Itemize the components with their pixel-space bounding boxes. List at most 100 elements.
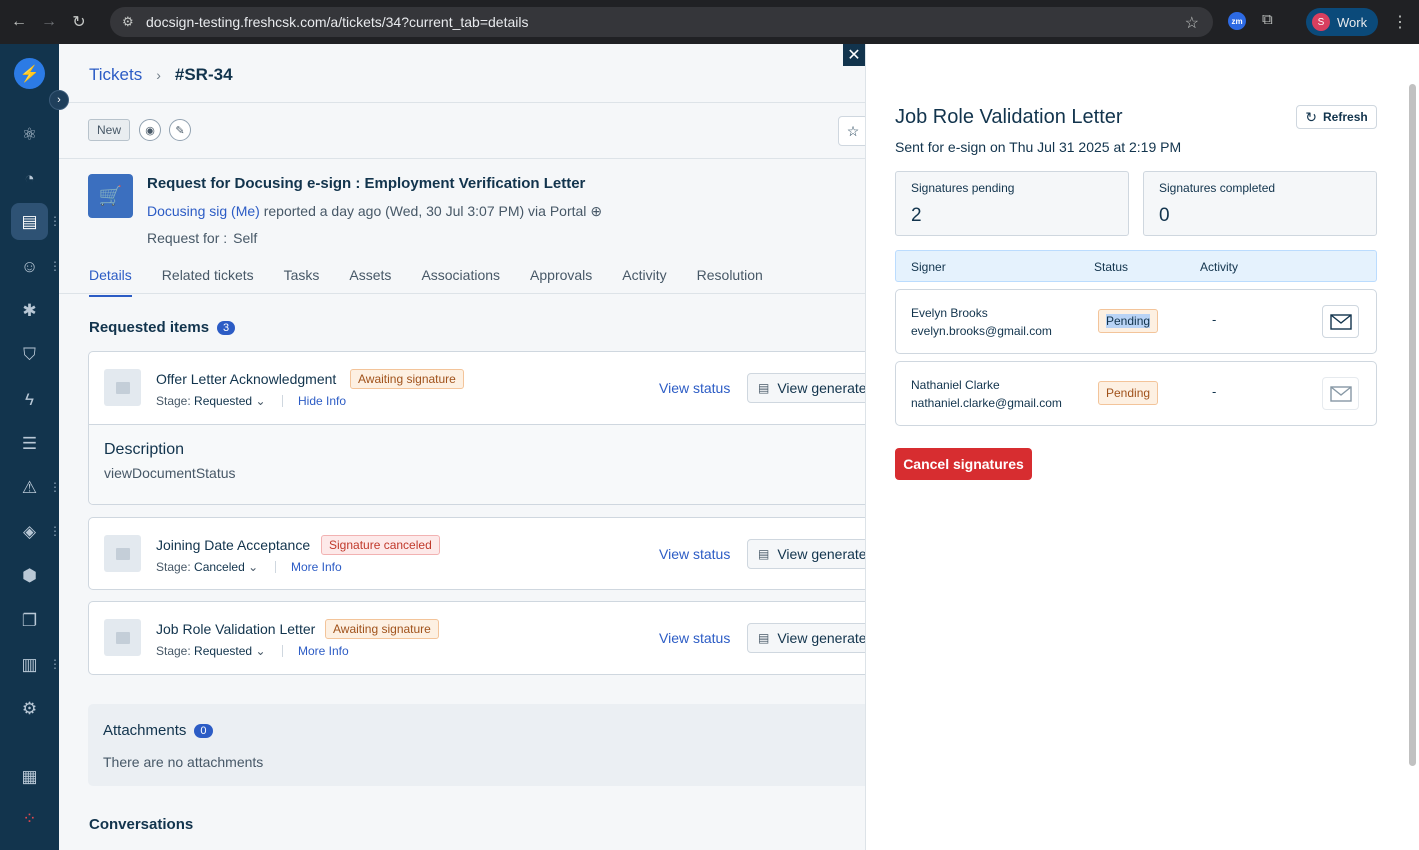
bookmark-star-icon[interactable]: ☆ <box>1185 13 1199 33</box>
panel-scrollbar[interactable] <box>1409 84 1416 766</box>
chevron-down-icon: ⌄ <box>255 644 266 658</box>
back-icon[interactable]: ← <box>8 11 30 33</box>
pending-value: 2 <box>911 205 922 226</box>
description-label: Description <box>104 441 185 458</box>
requested-items-count: 3 <box>217 320 236 335</box>
completed-value: 0 <box>1159 205 1170 226</box>
view-generated-label: View generated document <box>777 546 865 562</box>
favorite-star-icon[interactable]: ☆ <box>838 116 865 146</box>
refresh-button[interactable]: ↻ Refresh <box>1296 105 1377 129</box>
contacts-icon[interactable]: ☺ <box>11 248 48 285</box>
forward-icon[interactable]: → <box>38 11 60 33</box>
item-stage[interactable]: Stage: Canceled ⌄ <box>156 560 258 574</box>
edit-pencil-icon[interactable]: ✎ <box>169 119 191 141</box>
signatures-pending-card: Signatures pending 2 <box>895 171 1129 236</box>
requested-items-title: Requested items <box>89 319 210 336</box>
signer-status-text: Pending <box>1106 386 1151 400</box>
hide-info-link[interactable]: Hide Info <box>298 394 346 408</box>
view-status-link[interactable]: View status <box>659 380 730 396</box>
status-badge[interactable]: New <box>88 119 131 141</box>
requested-item-card: Joining Date Acceptance Signature cancel… <box>88 517 865 590</box>
stage-value: Canceled <box>194 560 245 574</box>
view-generated-document-button[interactable]: ▤ View generated document <box>747 373 865 403</box>
attachments-empty-text: There are no attachments <box>103 754 264 770</box>
service-request-cart-icon: 🛒 <box>88 174 133 218</box>
knowledge-book-icon[interactable]: ❐ <box>11 602 48 639</box>
attachments-title: Attachments <box>103 722 187 739</box>
profile-name: Work <box>1337 14 1368 30</box>
signer-row: Nathaniel Clarke nathaniel.clarke@gmail.… <box>895 361 1377 426</box>
view-generated-label: View generated document <box>777 380 865 396</box>
divider <box>59 293 865 294</box>
signer-email: nathaniel.clarke@gmail.com <box>911 396 1062 410</box>
divider <box>59 102 865 103</box>
attachments-section: Attachments 0 There are no attachments <box>88 704 865 786</box>
panel-title: Job Role Validation Letter <box>895 106 1123 128</box>
close-icon[interactable]: ✕ <box>843 44 865 66</box>
extensions-icon[interactable]: ⧉ <box>1262 11 1280 29</box>
mail-icon <box>1329 385 1352 402</box>
column-signer: Signer <box>911 260 946 274</box>
view-generated-document-button[interactable]: ▤ View generated document <box>747 539 865 569</box>
signatures-completed-card: Signatures completed 0 <box>1143 171 1377 236</box>
item-stage[interactable]: Stage: Requested ⌄ <box>156 644 266 658</box>
tickets-icon[interactable]: ▤ <box>11 203 48 240</box>
signer-activity: - <box>1212 312 1217 327</box>
signer-email: evelyn.brooks@gmail.com <box>911 324 1052 338</box>
expand-sidebar-icon[interactable]: › <box>49 90 69 110</box>
zoom-extension-icon[interactable]: zm <box>1228 12 1246 30</box>
eye-icon[interactable]: ◉ <box>139 119 161 141</box>
changes-icon[interactable]: ϟ <box>11 381 48 418</box>
resend-email-button[interactable] <box>1322 377 1359 410</box>
layers-icon[interactable]: ◈ <box>11 513 48 550</box>
attachments-heading: Attachments 0 <box>103 722 213 739</box>
view-status-link[interactable]: View status <box>659 546 730 562</box>
shield-icon[interactable]: ⛉ <box>11 336 48 373</box>
freshservice-logo-icon[interactable]: ⚡ <box>14 58 45 89</box>
request-for-value: Self <box>233 230 258 246</box>
resend-email-button[interactable] <box>1322 305 1359 338</box>
signer-name: Evelyn Brooks <box>911 306 988 320</box>
document-icon: ▤ <box>758 547 770 561</box>
completed-label: Signatures completed <box>1159 181 1276 195</box>
address-bar[interactable]: ⚙ docsign-testing.freshcsk.com/a/tickets… <box>110 7 1213 37</box>
site-settings-icon[interactable]: ⚙ <box>122 14 140 30</box>
profile-avatar: S <box>1312 13 1330 31</box>
news-icon[interactable]: ▦ <box>11 758 48 795</box>
stage-label: Stage: <box>156 644 191 658</box>
mail-icon <box>1329 313 1352 330</box>
analytics-icon[interactable]: ◔ <box>11 160 48 197</box>
alert-icon[interactable]: ⚠ <box>11 469 48 506</box>
bug-icon[interactable]: ✱ <box>11 292 48 329</box>
request-for: Request for : Self <box>147 230 257 246</box>
item-image-icon <box>104 619 141 656</box>
signer-name: Nathaniel Clarke <box>911 378 1000 392</box>
chevron-right-icon: › <box>156 67 161 83</box>
pending-label: Signatures pending <box>911 181 1015 195</box>
browser-menu-icon[interactable]: ⋮ <box>1392 12 1408 32</box>
dashboard-icon[interactable]: ⚛ <box>11 116 48 153</box>
item-stage[interactable]: Stage: Requested ⌄ <box>156 394 266 408</box>
breadcrumb-tickets-link[interactable]: Tickets <box>89 65 142 85</box>
cancel-signatures-button[interactable]: Cancel signatures <box>895 448 1032 480</box>
settings-gear-icon[interactable]: ⚙ <box>11 690 48 727</box>
checklist-icon[interactable]: ☰ <box>11 425 48 462</box>
requester-link[interactable]: Docusing sig (Me) <box>147 203 260 219</box>
stage-value: Requested <box>194 394 253 408</box>
more-info-link[interactable]: More Info <box>291 560 342 574</box>
breadcrumb: Tickets › #SR-34 <box>89 65 233 85</box>
requested-items-heading: Requested items 3 <box>89 319 236 336</box>
ticket-main: Tickets › #SR-34 New ◉ ✎ ☆ 🛒 Request for… <box>59 44 865 850</box>
reports-icon[interactable]: ▥ <box>11 646 48 683</box>
more-info-link[interactable]: More Info <box>298 644 349 658</box>
refresh-label: Refresh <box>1323 110 1368 124</box>
assets-icon[interactable]: ⬢ <box>11 557 48 594</box>
signer-table-header: Signer Status Activity <box>895 250 1377 282</box>
item-status-badge: Awaiting signature <box>325 619 439 639</box>
apps-grid-icon[interactable]: ⁘ <box>11 800 48 837</box>
reload-icon[interactable]: ↻ <box>68 11 90 33</box>
view-status-link[interactable]: View status <box>659 630 730 646</box>
profile-button[interactable]: S Work <box>1306 8 1378 36</box>
requested-item-card: Offer Letter Acknowledgment Awaiting sig… <box>88 351 865 505</box>
view-generated-document-button[interactable]: ▤ View generated document <box>747 623 865 653</box>
